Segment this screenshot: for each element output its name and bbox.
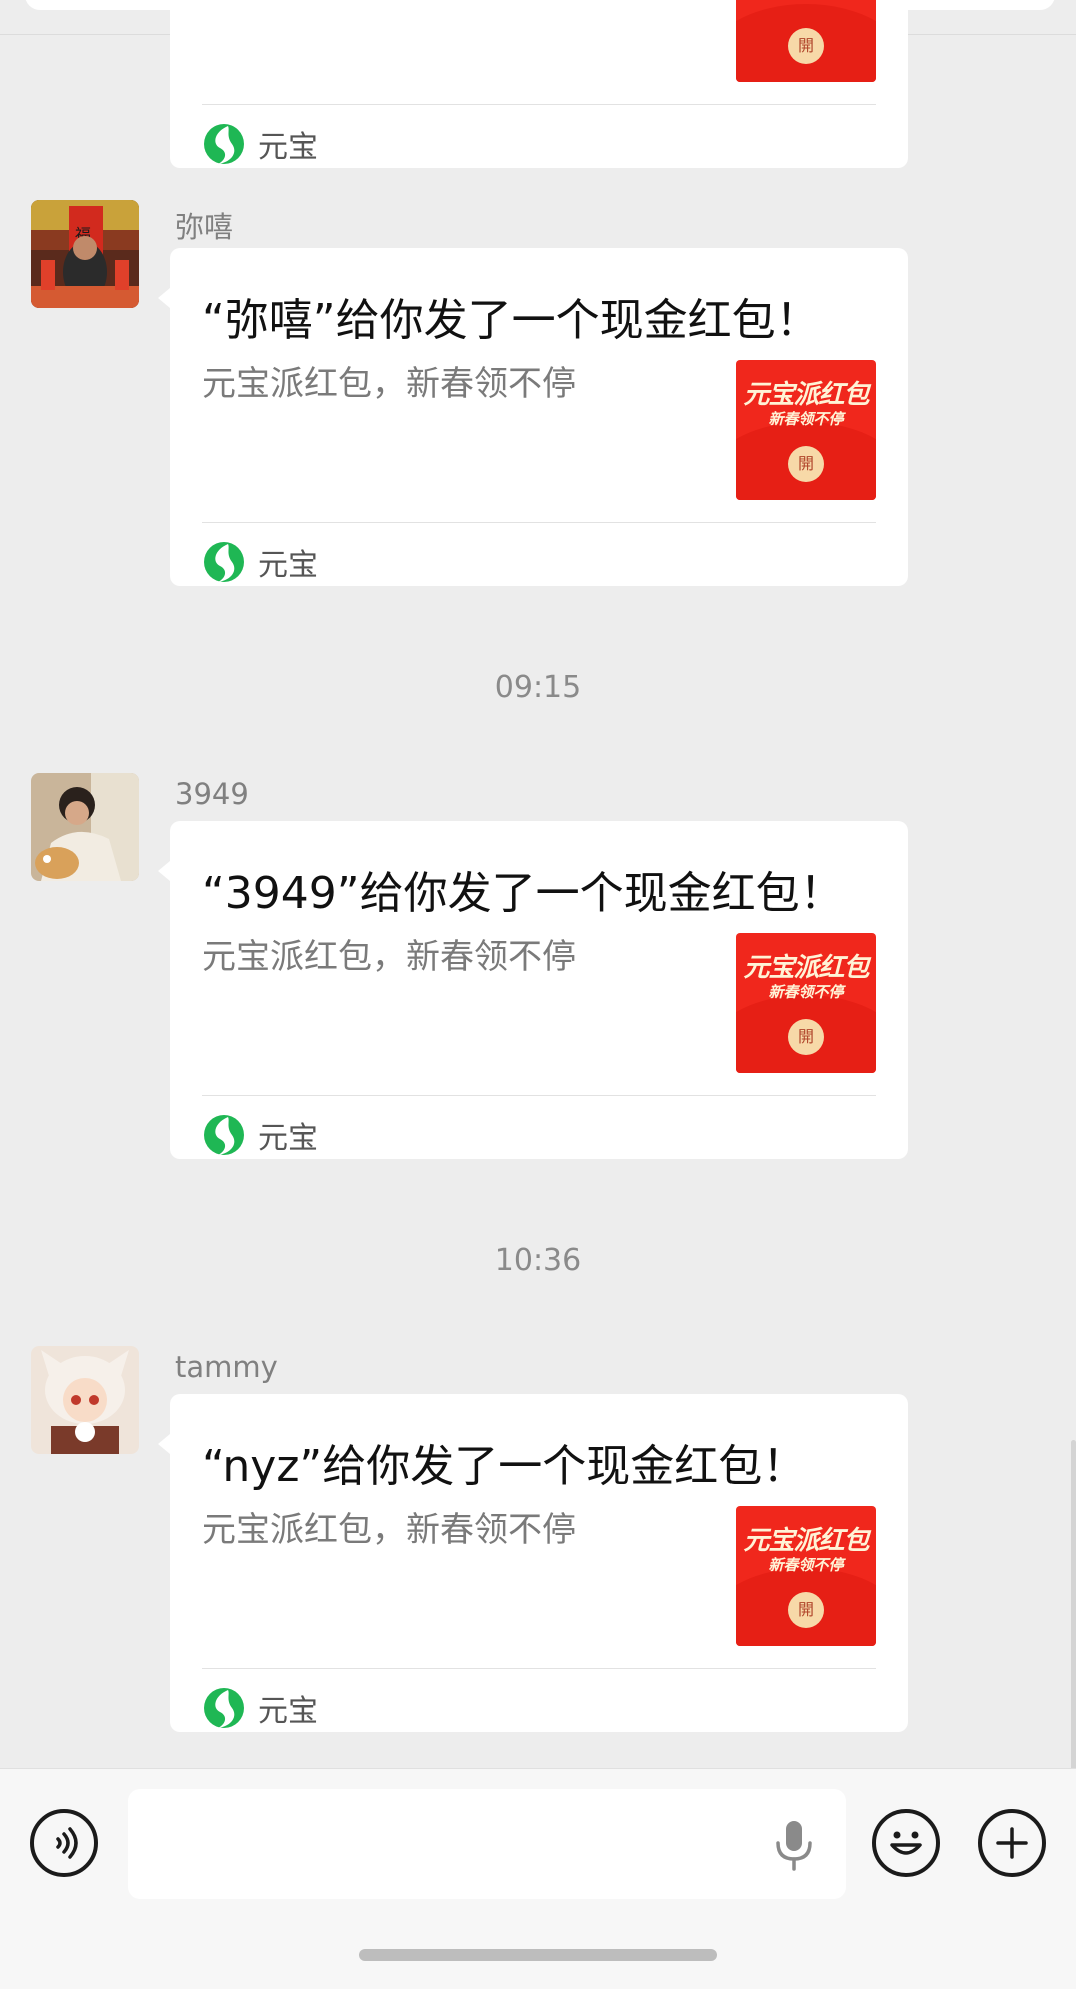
packet-message-title: “nyz”给你发了一个现金红包！ xyxy=(202,1441,807,1492)
avatar[interactable] xyxy=(31,1346,139,1454)
voice-button[interactable] xyxy=(30,1809,98,1877)
packet-image-subtitle: 新春领不停 xyxy=(768,1556,844,1574)
red-packet-card[interactable]: “弥嘻”给你发了一个现金红包！ 元宝派红包，新春领不停 元宝派红包 新春领不停 … xyxy=(158,248,908,586)
emoji-icon xyxy=(890,1831,922,1855)
home-indicator[interactable] xyxy=(359,1949,717,1961)
emoji-button[interactable] xyxy=(872,1809,940,1877)
yuanbao-label: 元宝 xyxy=(258,548,318,583)
timestamp: 10:36 xyxy=(494,1243,582,1278)
open-icon: 開 xyxy=(788,446,824,482)
yuanbao-logo-icon xyxy=(204,1115,244,1155)
avatar[interactable] xyxy=(31,773,139,881)
plus-icon xyxy=(996,1827,1028,1859)
packet-message-title: “弥嘻”给你发了一个现金红包！ xyxy=(202,295,820,346)
open-icon: 開 xyxy=(788,28,824,64)
packet-message-subtitle: 元宝派红包，新春领不停 xyxy=(202,1510,576,1550)
open-icon: 開 xyxy=(788,1019,824,1055)
avatar[interactable]: 福 xyxy=(31,200,139,308)
card-divider xyxy=(202,104,876,105)
plus-button[interactable] xyxy=(978,1809,1046,1877)
packet-image-title: 元宝派红包 xyxy=(743,953,869,983)
red-packet-image: 元宝派红包 新春领不停 開 xyxy=(736,933,876,1073)
red-packet-image: 元宝派红包 新春领不停 開 xyxy=(736,1506,876,1646)
yuanbao-label: 元宝 xyxy=(258,130,318,165)
open-icon: 開 xyxy=(788,1592,824,1628)
red-packet-card[interactable]: “nyz”给你发了一个现金红包！ 元宝派红包，新春领不停 元宝派红包 新春领不停… xyxy=(158,1394,908,1732)
yuanbao-logo-icon xyxy=(204,1688,244,1728)
packet-message-title: “3949”给你发了一个现金红包！ xyxy=(202,868,844,919)
sender-name: tammy xyxy=(175,1350,278,1384)
voice-icon xyxy=(56,1827,78,1859)
message-input[interactable] xyxy=(128,1789,846,1899)
packet-image-subtitle: 新春领不停 xyxy=(768,410,844,428)
scrollbar[interactable] xyxy=(1071,1440,1076,1770)
card-divider xyxy=(202,1095,876,1096)
packet-message-subtitle: 元宝派红包，新春领不停 xyxy=(202,937,576,977)
card-footer: 元宝 xyxy=(202,1111,318,1159)
yuanbao-label: 元宝 xyxy=(258,1694,318,1729)
microphone-icon[interactable] xyxy=(770,1817,818,1873)
previous-red-packet-card[interactable]: 開 元宝 xyxy=(170,0,908,168)
red-packet-image: 元宝派红包 新春领不停 開 xyxy=(736,360,876,500)
yuanbao-label: 元宝 xyxy=(258,1121,318,1156)
card-footer: 元宝 xyxy=(202,120,318,168)
yuanbao-logo-icon xyxy=(204,124,244,164)
packet-image-subtitle: 新春领不停 xyxy=(768,983,844,1001)
timestamp: 09:15 xyxy=(494,670,582,705)
sender-name: 弥嘻 xyxy=(175,210,234,244)
card-footer: 元宝 xyxy=(202,1684,318,1732)
packet-image-title: 元宝派红包 xyxy=(743,380,869,410)
yuanbao-logo-icon xyxy=(204,542,244,582)
packet-message-subtitle: 元宝派红包，新春领不停 xyxy=(202,364,576,404)
chat-input-bar xyxy=(0,1768,1076,1989)
red-packet-image: 開 xyxy=(736,0,876,82)
sender-name: 3949 xyxy=(175,777,249,811)
card-divider xyxy=(202,1668,876,1669)
red-packet-card[interactable]: “3949”给你发了一个现金红包！ 元宝派红包，新春领不停 元宝派红包 新春领不… xyxy=(158,821,908,1159)
card-footer: 元宝 xyxy=(202,538,318,586)
packet-image-title: 元宝派红包 xyxy=(743,1526,869,1556)
card-divider xyxy=(202,522,876,523)
